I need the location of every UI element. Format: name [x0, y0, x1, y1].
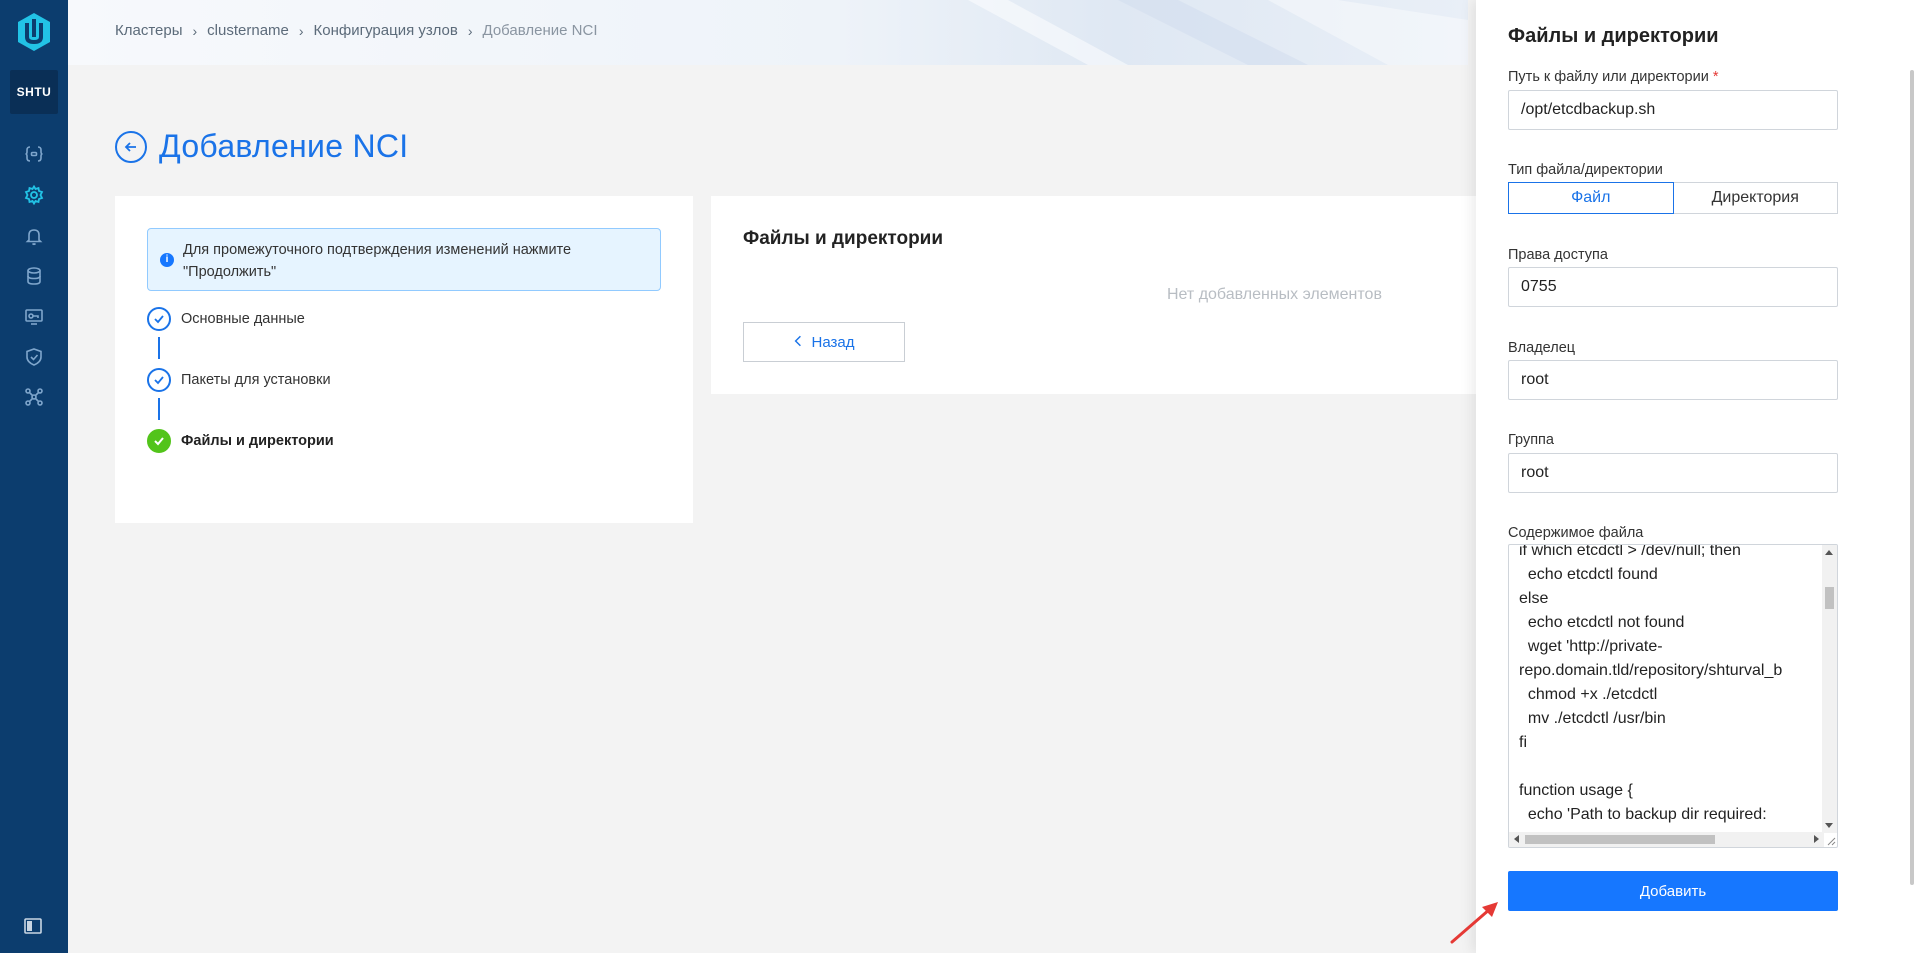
org-badge[interactable]: SHTU — [10, 70, 58, 114]
card-title: Файлы и директории — [743, 228, 944, 249]
page-title-row: Добавление NCI — [115, 128, 409, 165]
database-icon[interactable] — [20, 262, 48, 290]
steps-card: i Для промежуточного подтверждения измен… — [115, 196, 693, 523]
path-label-text: Путь к файлу или директории — [1508, 69, 1709, 85]
code-line: if which etcdctl > /dev/null; then — [1519, 544, 1741, 559]
owner-input[interactable]: root — [1508, 360, 1838, 400]
info-text-line2: "Продолжить" — [183, 264, 277, 280]
scroll-up-icon[interactable] — [1825, 550, 1833, 555]
breadcrumb-clusters[interactable]: Кластеры — [115, 22, 183, 39]
group-label: Группа — [1508, 432, 1554, 448]
bell-icon[interactable] — [20, 222, 48, 250]
monitor-key-icon[interactable] — [20, 303, 48, 331]
check-circle-icon — [147, 429, 171, 453]
permissions-input[interactable]: 0755 — [1508, 267, 1838, 307]
code-line: fi — [1519, 734, 1527, 751]
scroll-thumb[interactable] — [1525, 835, 1715, 844]
step-connector — [158, 398, 160, 420]
back-button-label: Назад — [811, 333, 855, 351]
code-line: echo etcdctl found — [1519, 566, 1658, 583]
scroll-down-icon[interactable] — [1825, 823, 1833, 828]
back-button[interactable]: Назад — [743, 322, 905, 362]
type-option-file[interactable]: Файл — [1508, 182, 1674, 214]
sidebar-collapse-icon[interactable] — [24, 918, 42, 934]
step-label: Файлы и директории — [181, 433, 334, 449]
sidebar: SHTU — [0, 0, 68, 953]
scroll-thumb[interactable] — [1825, 587, 1834, 609]
textarea-horizontal-scrollbar[interactable] — [1509, 832, 1824, 847]
type-label: Тип файла/директории — [1508, 162, 1663, 178]
step-connector — [158, 337, 160, 359]
empty-state-text: Нет добавленных элементов — [1167, 286, 1382, 303]
permissions-label: Права доступа — [1508, 247, 1608, 263]
scroll-right-icon[interactable] — [1814, 835, 1819, 843]
resize-handle-icon[interactable] — [1824, 834, 1836, 846]
code-line: else — [1519, 590, 1549, 607]
check-icon — [147, 368, 171, 392]
owner-value: root — [1521, 371, 1549, 388]
file-content-textarea[interactable]: if which etcdctl > /dev/null; then echo … — [1508, 544, 1838, 848]
breadcrumb-node-config[interactable]: Конфигурация узлов — [314, 22, 458, 39]
file-content-text: if which etcdctl > /dev/null; then echo … — [1519, 544, 1823, 827]
info-text-line1: Для промежуточного подтверждения изменен… — [183, 242, 572, 258]
required-mark: * — [1712, 69, 1719, 85]
code-line: echo etcdctl not found — [1519, 614, 1685, 631]
textarea-vertical-scrollbar[interactable] — [1822, 545, 1837, 833]
braces-icon[interactable] — [20, 140, 48, 168]
step-packages[interactable]: Пакеты для установки — [147, 368, 331, 392]
annotation-arrow-icon — [1450, 902, 1498, 944]
path-value: /opt/etcdbackup.sh — [1521, 101, 1656, 118]
breadcrumb-clustername[interactable]: clustername — [207, 22, 289, 39]
code-line: repo.domain.tld/repository/shturval_b — [1519, 662, 1783, 679]
check-icon — [147, 307, 171, 331]
step-label: Пакеты для установки — [181, 372, 331, 388]
page-title: Добавление NCI — [159, 128, 409, 164]
owner-label: Владелец — [1508, 340, 1576, 356]
code-line: chmod +x ./etcdctl — [1519, 686, 1658, 703]
back-arrow-icon[interactable] — [115, 130, 147, 163]
content-label: Содержимое файла — [1508, 525, 1644, 541]
path-label: Путь к файлу или директории * — [1508, 69, 1718, 85]
step-files-dirs[interactable]: Файлы и директории — [147, 429, 334, 453]
info-icon: i — [160, 253, 174, 267]
network-icon[interactable] — [20, 383, 48, 411]
type-option-directory[interactable]: Директория — [1673, 182, 1838, 214]
drawer-scrollbar[interactable] — [1910, 70, 1914, 885]
chevron-right-icon: › — [192, 22, 198, 39]
breadcrumb: Кластеры › clustername › Конфигурация уз… — [115, 22, 597, 39]
info-alert: i Для промежуточного подтверждения измен… — [147, 228, 661, 291]
app-logo[interactable] — [12, 10, 56, 54]
side-drawer: Файлы и директории Путь к файлу или дире… — [1476, 0, 1920, 953]
chevron-left-icon — [794, 334, 802, 351]
file-type-toggle: Файл Директория — [1508, 182, 1838, 214]
breadcrumb-current: Добавление NCI — [482, 22, 598, 39]
files-dirs-card: Файлы и директории Нет добавленных элеме… — [711, 196, 1491, 394]
path-input[interactable]: /opt/etcdbackup.sh — [1508, 90, 1838, 130]
drawer-title: Файлы и директории — [1508, 25, 1719, 47]
group-value: root — [1521, 464, 1549, 481]
permissions-value: 0755 — [1521, 278, 1557, 295]
add-button[interactable]: Добавить — [1508, 871, 1838, 911]
code-line: function usage { — [1519, 782, 1633, 799]
chevron-right-icon: › — [467, 22, 473, 39]
code-line: wget 'http://private- — [1519, 638, 1663, 655]
step-basic-data[interactable]: Основные данные — [147, 307, 305, 331]
top-header: Кластеры › clustername › Конфигурация уз… — [68, 0, 1468, 65]
code-line: mv ./etcdctl /usr/bin — [1519, 710, 1666, 727]
group-input[interactable]: root — [1508, 453, 1838, 493]
chevron-right-icon: › — [298, 22, 304, 39]
gear-icon[interactable] — [20, 181, 48, 209]
scroll-left-icon[interactable] — [1514, 835, 1519, 843]
shield-check-icon[interactable] — [20, 343, 48, 371]
step-label: Основные данные — [181, 311, 305, 327]
code-line: echo 'Path to backup dir required: — [1519, 806, 1767, 823]
